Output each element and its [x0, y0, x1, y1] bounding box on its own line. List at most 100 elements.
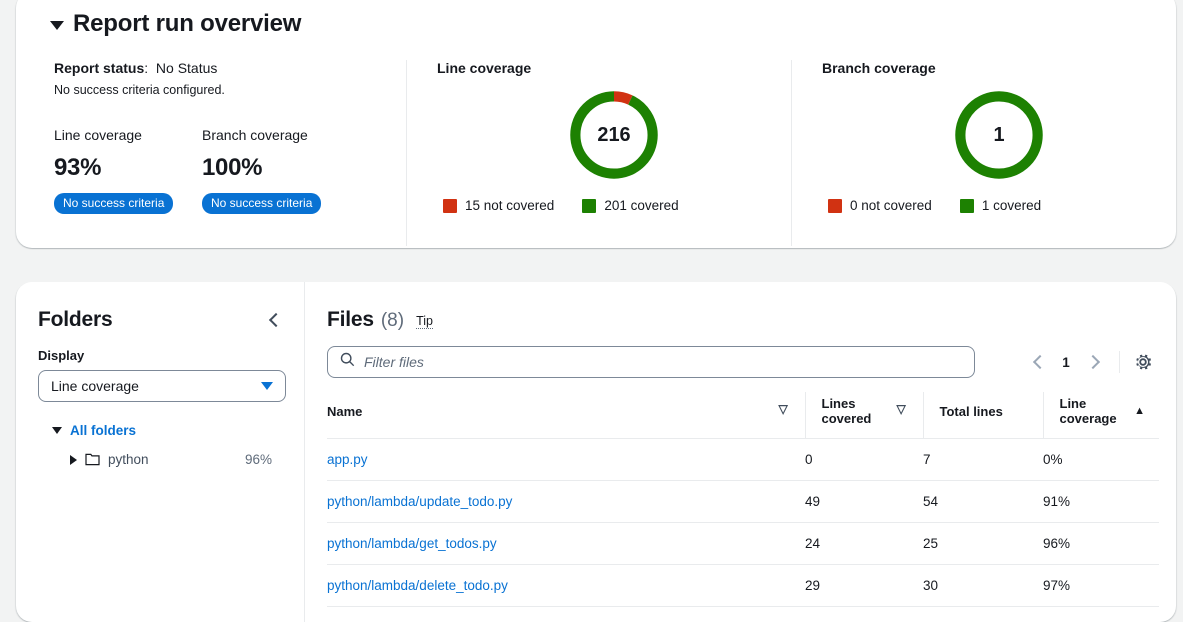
report-status-note: No success criteria configured.: [54, 83, 225, 97]
files-browser-card: Folders Display Line coverage All folder…: [16, 282, 1176, 622]
legend-swatch-green: [582, 198, 597, 213]
table-row: app.py 0 7 0%: [327, 438, 1159, 481]
display-label: Display: [38, 348, 85, 363]
status-badge[interactable]: No success criteria: [202, 193, 322, 214]
metric-value: 93%: [54, 154, 102, 181]
triangle-down-icon[interactable]: [50, 20, 64, 30]
donut-center-value: 216: [597, 124, 630, 146]
metric-line-coverage: Line coverage 93% No success criteria: [54, 127, 202, 214]
cell-lines-covered: 29: [805, 564, 923, 607]
next-page-button[interactable]: [1081, 349, 1107, 375]
tree-item-label: All folders: [70, 423, 137, 438]
table-header-row: Name Lines covered Total lines: [327, 392, 1159, 439]
legend-swatch-red: [828, 198, 842, 213]
files-table: Name Lines covered Total lines: [327, 392, 1159, 607]
cell-total-lines: 54: [923, 480, 1043, 523]
legend-swatch-green: [959, 198, 974, 213]
triangle-down-icon[interactable]: [52, 427, 62, 434]
tip-tooltip-trigger[interactable]: Tip: [416, 314, 433, 329]
chart-legend: 15 not covered 201 covered: [437, 198, 791, 213]
table-body: app.py 0 7 0% python/lambda/update_todo.…: [327, 438, 1159, 607]
file-link[interactable]: python/lambda/get_todos.py: [327, 536, 497, 551]
report-run-overview-card: Report run overview Report status: No St…: [16, 0, 1176, 248]
file-link[interactable]: python/lambda/delete_todo.py: [327, 578, 508, 593]
cell-line-coverage: 91%: [1043, 480, 1159, 523]
search-input-wrapper[interactable]: Filter files: [327, 346, 975, 378]
legend-swatch-red: [443, 198, 457, 213]
table-row: python/lambda/get_todos.py 24 25 96%: [327, 522, 1159, 565]
sort-icon-inactive[interactable]: [779, 403, 791, 415]
folders-pane: Folders Display Line coverage All folder…: [16, 282, 305, 622]
line-coverage-donut: 216: [437, 84, 791, 186]
page-title: Report run overview: [73, 10, 302, 37]
files-count: (8): [380, 310, 405, 331]
file-link[interactable]: python/lambda/update_todo.py: [327, 494, 512, 509]
sort-icon-ascending[interactable]: ▲: [1134, 405, 1145, 417]
cell-total-lines: 7: [923, 438, 1043, 481]
donut-chart-svg: 216: [570, 91, 658, 179]
cell-name: python/lambda/update_todo.py: [327, 480, 805, 523]
cell-total-lines: 30: [923, 564, 1043, 607]
sort-icon-inactive[interactable]: [897, 403, 909, 415]
table-row: python/lambda/update_todo.py 49 54 91%: [327, 480, 1159, 523]
files-toolbar: Filter files 1: [327, 346, 1154, 378]
column-header-total-lines[interactable]: Total lines: [922, 392, 1043, 439]
column-label: Name: [327, 403, 363, 419]
report-status-line: Report status: No Status: [54, 60, 406, 76]
files-title: Files: [327, 308, 374, 331]
search-input[interactable]: Filter files: [364, 354, 424, 370]
tree-item-python[interactable]: python 96%: [38, 445, 286, 474]
display-select-value: Line coverage: [51, 378, 139, 394]
cell-name: python/lambda/get_todos.py: [327, 522, 805, 565]
files-header: Files (8) Tip: [327, 308, 1154, 332]
files-pane: Files (8) Tip Filter files 1 Name ▽ Line…: [305, 282, 1176, 622]
chart-legend: 0 not covered 1 covered: [822, 198, 1176, 213]
cell-lines-covered: 24: [805, 522, 923, 565]
legend-label: 15 not covered: [465, 198, 555, 213]
status-badge[interactable]: No success criteria: [54, 193, 174, 214]
pagination: 1: [1025, 349, 1154, 375]
gear-icon[interactable]: [1132, 351, 1154, 373]
triangle-right-icon[interactable]: [70, 454, 77, 465]
legend-label: 201 covered: [604, 198, 679, 213]
page-number[interactable]: 1: [1053, 355, 1079, 370]
chevron-left-icon[interactable]: [266, 312, 282, 328]
metric-branch-coverage: Branch coverage 100% No success criteria: [202, 127, 350, 214]
donut-center-value: 1: [993, 124, 1004, 146]
legend-item-not-covered: 0 not covered: [828, 198, 932, 213]
table-row: python/lambda/delete_todo.py 29 30 97%: [327, 564, 1159, 607]
column-header-name[interactable]: Name: [327, 392, 805, 439]
branch-coverage-chart-section: Branch coverage 1 0 not covered 1 covere…: [791, 60, 1176, 246]
chevron-down-icon: [261, 382, 273, 390]
column-label: Lines covered: [821, 396, 872, 426]
column-label: Line coverage: [1059, 396, 1117, 426]
search-icon: [340, 352, 355, 372]
chart-title: Line coverage: [437, 60, 532, 76]
cell-lines-covered: 0: [805, 438, 923, 481]
overview-header[interactable]: Report run overview: [16, 10, 1176, 38]
cell-name: python/lambda/delete_todo.py: [327, 564, 805, 607]
tree-item-all-folders[interactable]: All folders: [38, 416, 286, 445]
folder-icon: [85, 453, 100, 466]
cell-total-lines: 25: [923, 522, 1043, 565]
folder-tree: All folders python 96%: [38, 416, 286, 474]
report-status-value: No Status: [155, 60, 218, 76]
folders-title: Folders: [38, 308, 113, 331]
branch-coverage-donut: 1: [822, 84, 1176, 186]
metric-label: Branch coverage: [202, 127, 308, 143]
overview-metrics: Line coverage 93% No success criteria Br…: [54, 127, 406, 214]
metric-label: Line coverage: [54, 127, 142, 143]
legend-item-not-covered: 15 not covered: [443, 198, 554, 213]
previous-page-button[interactable]: [1025, 349, 1051, 375]
column-header-line-coverage[interactable]: Line coverage ▲: [1042, 392, 1159, 439]
column-label: Total lines: [939, 403, 1003, 419]
legend-item-covered: 201 covered: [582, 198, 679, 213]
cell-name: app.py: [327, 438, 805, 481]
overview-body: Report status: No Status No success crit…: [16, 60, 1176, 246]
file-link[interactable]: app.py: [327, 452, 368, 467]
legend-item-covered: 1 covered: [959, 198, 1041, 213]
column-header-lines-covered[interactable]: Lines covered: [804, 392, 923, 439]
folders-header: Folders: [38, 308, 286, 332]
line-coverage-chart-section: Line coverage 216 15 not covered 201 cov…: [406, 60, 791, 246]
display-select[interactable]: Line coverage: [38, 370, 286, 402]
